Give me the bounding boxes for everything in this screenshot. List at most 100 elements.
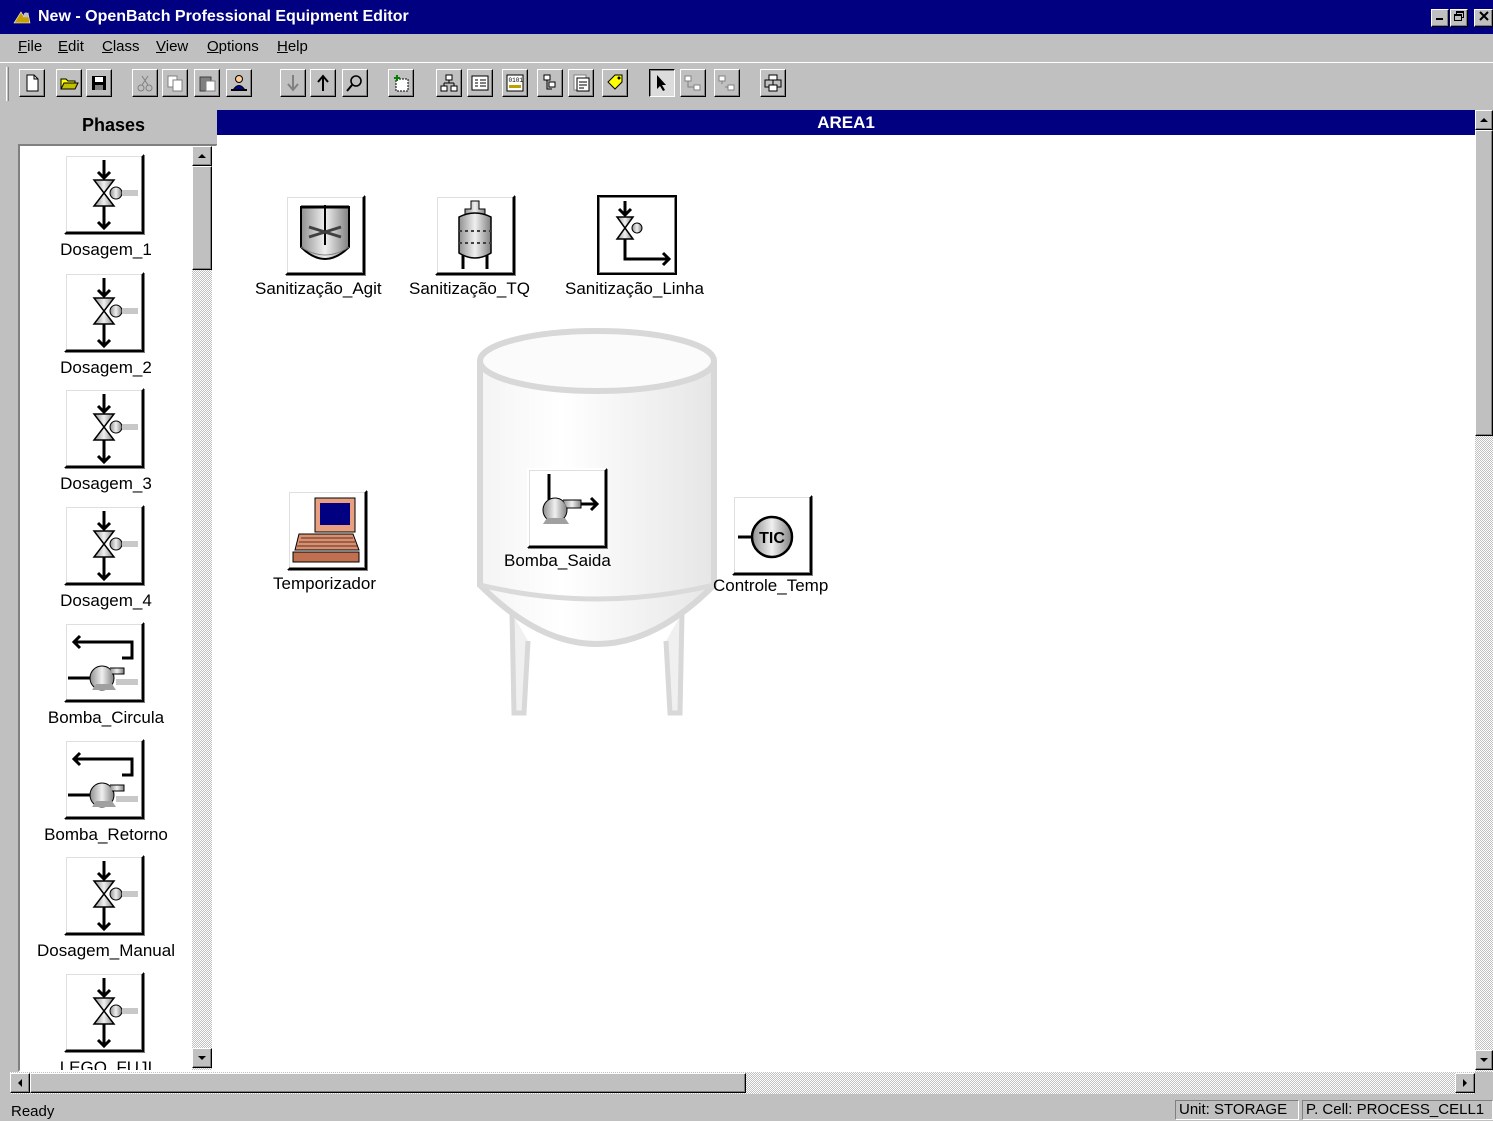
add-item-icon xyxy=(394,75,409,92)
status-bar: Ready Unit: STORAGE P. Cell: PROCESS_CEL… xyxy=(0,1098,1493,1121)
svg-text:TIC: TIC xyxy=(759,530,785,547)
menu-edit[interactable]: Edit xyxy=(58,38,84,55)
list-icon xyxy=(471,75,489,91)
scroll-down-button[interactable] xyxy=(1475,1050,1493,1070)
cut-scissors-icon xyxy=(137,75,153,92)
open-folder-icon xyxy=(60,78,79,90)
arrow-up-icon xyxy=(198,154,206,158)
status-process-cell: P. Cell: PROCESS_CELL1 xyxy=(1302,1100,1493,1120)
paste-clipboard-icon xyxy=(199,76,216,92)
close-icon xyxy=(1478,11,1489,21)
tag-tree-icon xyxy=(543,74,556,90)
binary-data-icon: 0101 xyxy=(506,74,524,92)
restore-icon xyxy=(1454,11,1464,21)
valve-icon xyxy=(64,154,144,234)
canvas-hscrollbar[interactable] xyxy=(10,1072,1475,1094)
report-button[interactable] xyxy=(568,69,594,97)
valve-icon xyxy=(64,272,144,352)
label-button[interactable] xyxy=(602,69,628,97)
arrow-down-icon xyxy=(198,1056,206,1060)
phase-label: Dosagem_4 xyxy=(60,591,152,610)
scroll-left-button[interactable] xyxy=(10,1073,30,1093)
move-up-button[interactable] xyxy=(310,69,336,97)
spray-tank-icon xyxy=(435,195,515,275)
equipment-label: Sanitização_TQ xyxy=(409,279,530,298)
valve-line-icon xyxy=(597,195,677,275)
list-view-button[interactable] xyxy=(467,69,493,97)
equipment-label: Sanitização_Linha xyxy=(565,279,704,298)
find-button[interactable] xyxy=(342,69,368,97)
restore-button[interactable] xyxy=(1450,9,1468,27)
arrow-up-icon xyxy=(1480,118,1488,122)
equipment-label: Controle_Temp xyxy=(713,576,829,595)
open-button[interactable] xyxy=(56,69,82,97)
title-bar: New - OpenBatch Professional Equipment E… xyxy=(0,0,1493,34)
tic-controller-icon: TIC xyxy=(732,495,812,575)
equipment-canvas[interactable]: Sanitização_Agit Sanitização_TQ Sanitiza… xyxy=(217,135,1475,1072)
scroll-thumb[interactable] xyxy=(30,1073,746,1093)
scroll-thumb[interactable] xyxy=(192,166,212,270)
arrow-down-icon xyxy=(1480,1058,1488,1062)
scroll-down-button[interactable] xyxy=(192,1048,212,1068)
phases-list: Dosagem_1 Dosagem_2 Dosagem_3 Dosagem_4 xyxy=(18,144,218,1072)
minimize-button[interactable] xyxy=(1431,9,1449,27)
valve-icon xyxy=(64,505,144,585)
menu-view[interactable]: View xyxy=(156,38,188,55)
connect-button[interactable] xyxy=(680,69,706,97)
menu-help[interactable]: Help xyxy=(277,38,308,55)
phases-scrollbar[interactable] xyxy=(192,146,212,1070)
phase-label: Dosagem_1 xyxy=(60,240,152,259)
arrow-up-icon xyxy=(317,74,329,91)
phase-label: Bomba_Retorno xyxy=(44,825,168,844)
new-button[interactable] xyxy=(19,69,45,97)
new-file-icon xyxy=(26,74,39,92)
move-down-button[interactable] xyxy=(280,69,306,97)
app-icon xyxy=(13,11,31,24)
printer-icon xyxy=(764,74,782,92)
tag-button[interactable] xyxy=(537,69,563,97)
report-icon xyxy=(573,74,590,92)
menu-bar: File Edit Class View Options Help xyxy=(0,34,1493,60)
valve-icon xyxy=(64,388,144,468)
equipment-label: Temporizador xyxy=(273,574,376,593)
scroll-thumb[interactable] xyxy=(1475,130,1493,436)
add-unit-button[interactable] xyxy=(388,69,414,97)
pump-outlet-icon xyxy=(527,468,607,548)
paste-button[interactable] xyxy=(194,69,220,97)
pump-recirculation-icon xyxy=(64,622,144,702)
area-header: AREA1 xyxy=(217,110,1475,135)
phase-label: Dosagem_2 xyxy=(60,358,152,377)
scroll-up-button[interactable] xyxy=(192,146,212,166)
scroll-up-button[interactable] xyxy=(1475,110,1493,130)
status-unit: Unit: STORAGE xyxy=(1175,1100,1299,1120)
binary-button[interactable]: 0101 xyxy=(502,69,528,97)
menu-file[interactable]: File xyxy=(18,38,42,55)
phases-panel: Phases Dosagem_1 Dosagem_2 Dosagem_3 Dos… xyxy=(10,106,218,1072)
menu-class[interactable]: Class xyxy=(102,38,140,55)
pump-recirculation-icon xyxy=(64,739,144,819)
properties-button[interactable] xyxy=(226,69,252,97)
hierarchy-button[interactable] xyxy=(436,69,462,97)
close-button[interactable] xyxy=(1474,9,1493,27)
disconnect-icon xyxy=(718,75,735,91)
connect-icon xyxy=(684,75,701,91)
select-button[interactable] xyxy=(649,69,675,97)
print-button[interactable] xyxy=(760,69,786,97)
phase-label: Bomba_Circula xyxy=(47,708,165,727)
cut-button[interactable] xyxy=(132,69,158,97)
toolbar-grip[interactable] xyxy=(6,67,9,101)
scroll-right-button[interactable] xyxy=(1455,1073,1475,1093)
hierarchy-icon xyxy=(440,74,458,92)
pointer-arrow-icon xyxy=(657,75,666,91)
disconnect-button[interactable] xyxy=(714,69,740,97)
status-text: Ready xyxy=(11,1103,55,1120)
canvas-vscrollbar[interactable] xyxy=(1475,110,1493,1072)
valve-icon xyxy=(64,855,144,935)
phase-label: LEGO_FUJI xyxy=(59,1058,153,1072)
save-button[interactable] xyxy=(86,69,112,97)
menu-options[interactable]: Options xyxy=(207,38,259,55)
phase-label: Dosagem_Manual xyxy=(37,941,175,960)
phases-header: Phases xyxy=(81,115,146,135)
copy-button[interactable] xyxy=(162,69,188,97)
svg-text:0101: 0101 xyxy=(509,77,524,84)
